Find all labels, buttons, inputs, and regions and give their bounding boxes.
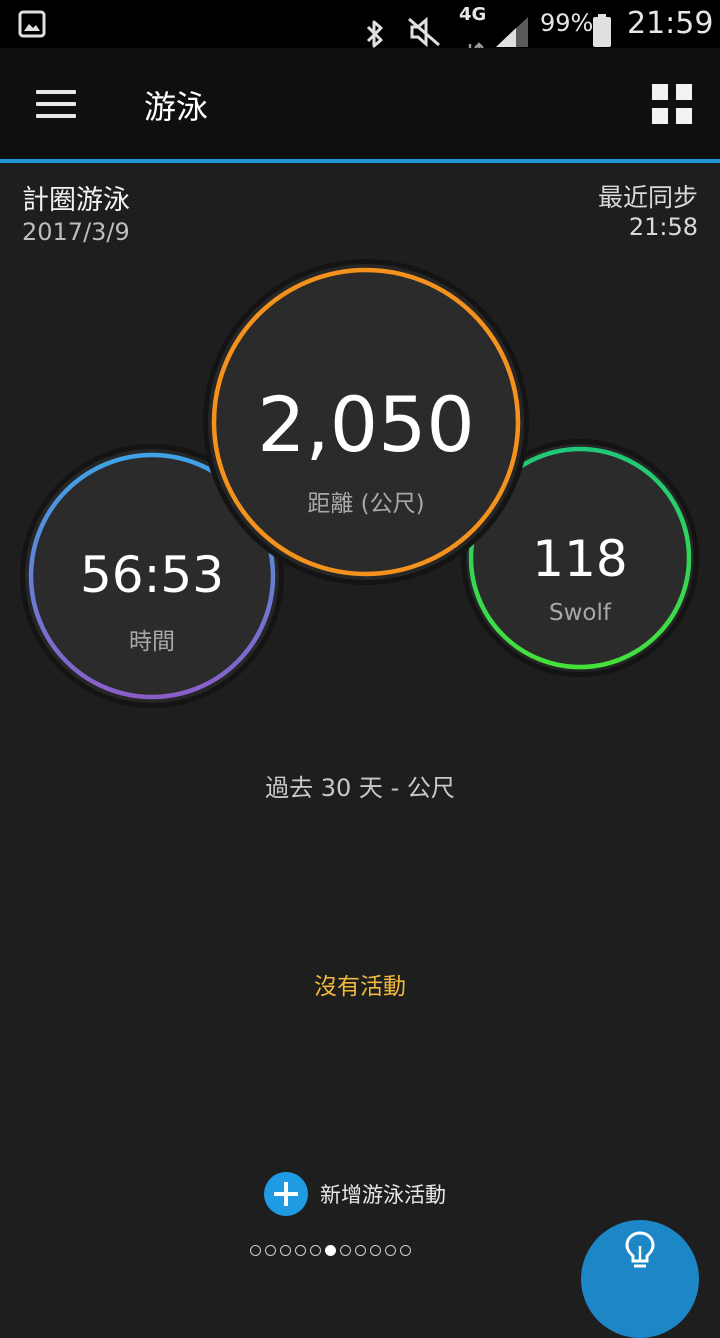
status-bar: 4G 99% 21:59	[0, 0, 720, 58]
app-bar: 游泳	[0, 48, 720, 159]
page-dot[interactable]	[370, 1245, 381, 1256]
page-indicator[interactable]	[250, 1245, 415, 1261]
distance-value: 2,050	[257, 380, 475, 469]
period-label: 過去 30 天 - 公尺	[265, 774, 455, 802]
page-dot[interactable]	[340, 1245, 351, 1256]
page-dot[interactable]	[295, 1245, 306, 1256]
clock: 21:59	[627, 6, 714, 41]
lightbulb-icon	[625, 1231, 655, 1268]
tips-button[interactable]	[581, 1220, 699, 1338]
plus-icon	[264, 1172, 308, 1216]
no-activity-message: 沒有活動	[314, 974, 406, 1000]
distance-metric[interactable]: 2,050 距離 (公尺)	[202, 258, 530, 586]
add-swim-activity-button[interactable]: 新增游泳活動	[264, 1172, 446, 1216]
activity-type: 計圈游泳	[22, 185, 130, 216]
sync-time: 21:58	[628, 213, 698, 241]
sync-label: 最近同步	[597, 183, 698, 212]
activity-date: 2017/3/9	[22, 218, 130, 246]
swolf-label: Swolf	[549, 600, 611, 626]
grid-view-icon[interactable]	[652, 84, 692, 124]
time-label: 時間	[129, 629, 175, 655]
page-dot[interactable]	[385, 1245, 396, 1256]
accent-divider	[0, 159, 720, 163]
distance-label: 距離 (公尺)	[307, 491, 425, 517]
page-dot-active[interactable]	[325, 1245, 336, 1256]
page-dot[interactable]	[280, 1245, 291, 1256]
page-dot[interactable]	[310, 1245, 321, 1256]
page-dot[interactable]	[250, 1245, 261, 1256]
page-dot[interactable]	[265, 1245, 276, 1256]
menu-icon[interactable]	[36, 90, 76, 120]
page-title: 游泳	[144, 88, 209, 126]
add-swim-activity-label: 新增游泳活動	[320, 1183, 446, 1207]
page-dot[interactable]	[400, 1245, 411, 1256]
gallery-icon	[18, 10, 46, 38]
page-dot[interactable]	[355, 1245, 366, 1256]
